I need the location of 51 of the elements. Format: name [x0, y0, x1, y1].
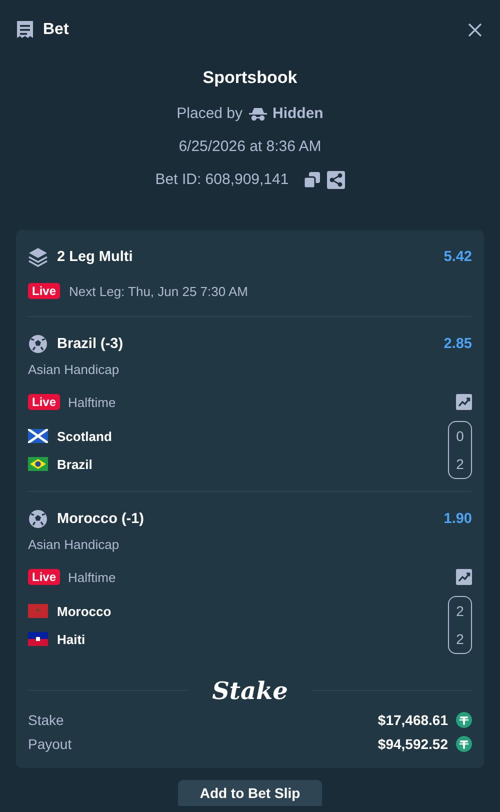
team-name: Scotland	[57, 428, 112, 444]
brand-logo: Stake	[211, 676, 289, 704]
copy-icon[interactable]	[302, 170, 321, 188]
flag-icon	[28, 429, 48, 443]
username[interactable]: Hidden	[272, 105, 324, 122]
flag-icon	[28, 632, 48, 646]
flag-icon	[28, 457, 48, 471]
next-leg-time: Next Leg: Thu, Jun 25 7:30 AM	[69, 284, 248, 298]
selection-name: Brazil (-3)	[57, 336, 124, 352]
team-name: Haiti	[57, 632, 86, 646]
share-icon[interactable]	[326, 170, 345, 188]
match-period: Halftime	[68, 394, 116, 410]
total-label: Payout	[28, 736, 72, 752]
dialog-title: Bet	[43, 21, 69, 39]
soccer-ball-icon	[28, 334, 48, 354]
bet-date: 6/25/2026 at 8:36 AM	[178, 137, 322, 157]
soccer-ball-icon	[28, 509, 48, 529]
total-label: Stake	[28, 712, 64, 728]
live-badge: Live	[28, 283, 60, 299]
trend-chart-icon[interactable]	[456, 569, 472, 585]
add-to-bet-slip-button[interactable]: Add to Bet Slip	[178, 780, 322, 806]
close-button[interactable]	[466, 21, 484, 39]
team-name: Brazil	[57, 456, 92, 472]
team-score: 0	[456, 427, 464, 446]
team-score: 2	[456, 455, 464, 474]
team-score: 2	[456, 630, 464, 649]
market-name: Asian Handicap	[28, 361, 120, 379]
flag-icon	[28, 604, 48, 618]
live-badge: Live	[28, 569, 60, 585]
placed-by-label: Placed by	[176, 105, 243, 122]
team-score: 2	[456, 602, 464, 621]
odds-value: 1.90	[444, 511, 472, 527]
close-icon	[468, 23, 482, 37]
book-title: Sportsbook	[202, 67, 298, 89]
market-name: Asian Handicap	[28, 536, 120, 554]
odds-value: 2.85	[444, 336, 472, 352]
incognito-icon	[248, 106, 267, 120]
total-amount: $17,468.61	[378, 712, 448, 728]
team-name: Morocco	[57, 604, 112, 618]
bet-title: 2 Leg Multi	[57, 249, 133, 265]
selection-name: Morocco (-1)	[57, 511, 144, 527]
match-period: Halftime	[68, 570, 116, 584]
odds-value: 5.42	[444, 249, 472, 265]
tether-coin-icon	[456, 736, 472, 752]
bet-id: Bet ID: 608,909,141	[155, 171, 289, 188]
receipt-icon	[16, 20, 34, 40]
tether-coin-icon	[456, 712, 472, 728]
layers-icon	[28, 247, 48, 267]
total-amount: $94,592.52	[378, 736, 448, 752]
live-badge: Live	[28, 394, 60, 410]
trend-chart-icon[interactable]	[456, 394, 472, 410]
